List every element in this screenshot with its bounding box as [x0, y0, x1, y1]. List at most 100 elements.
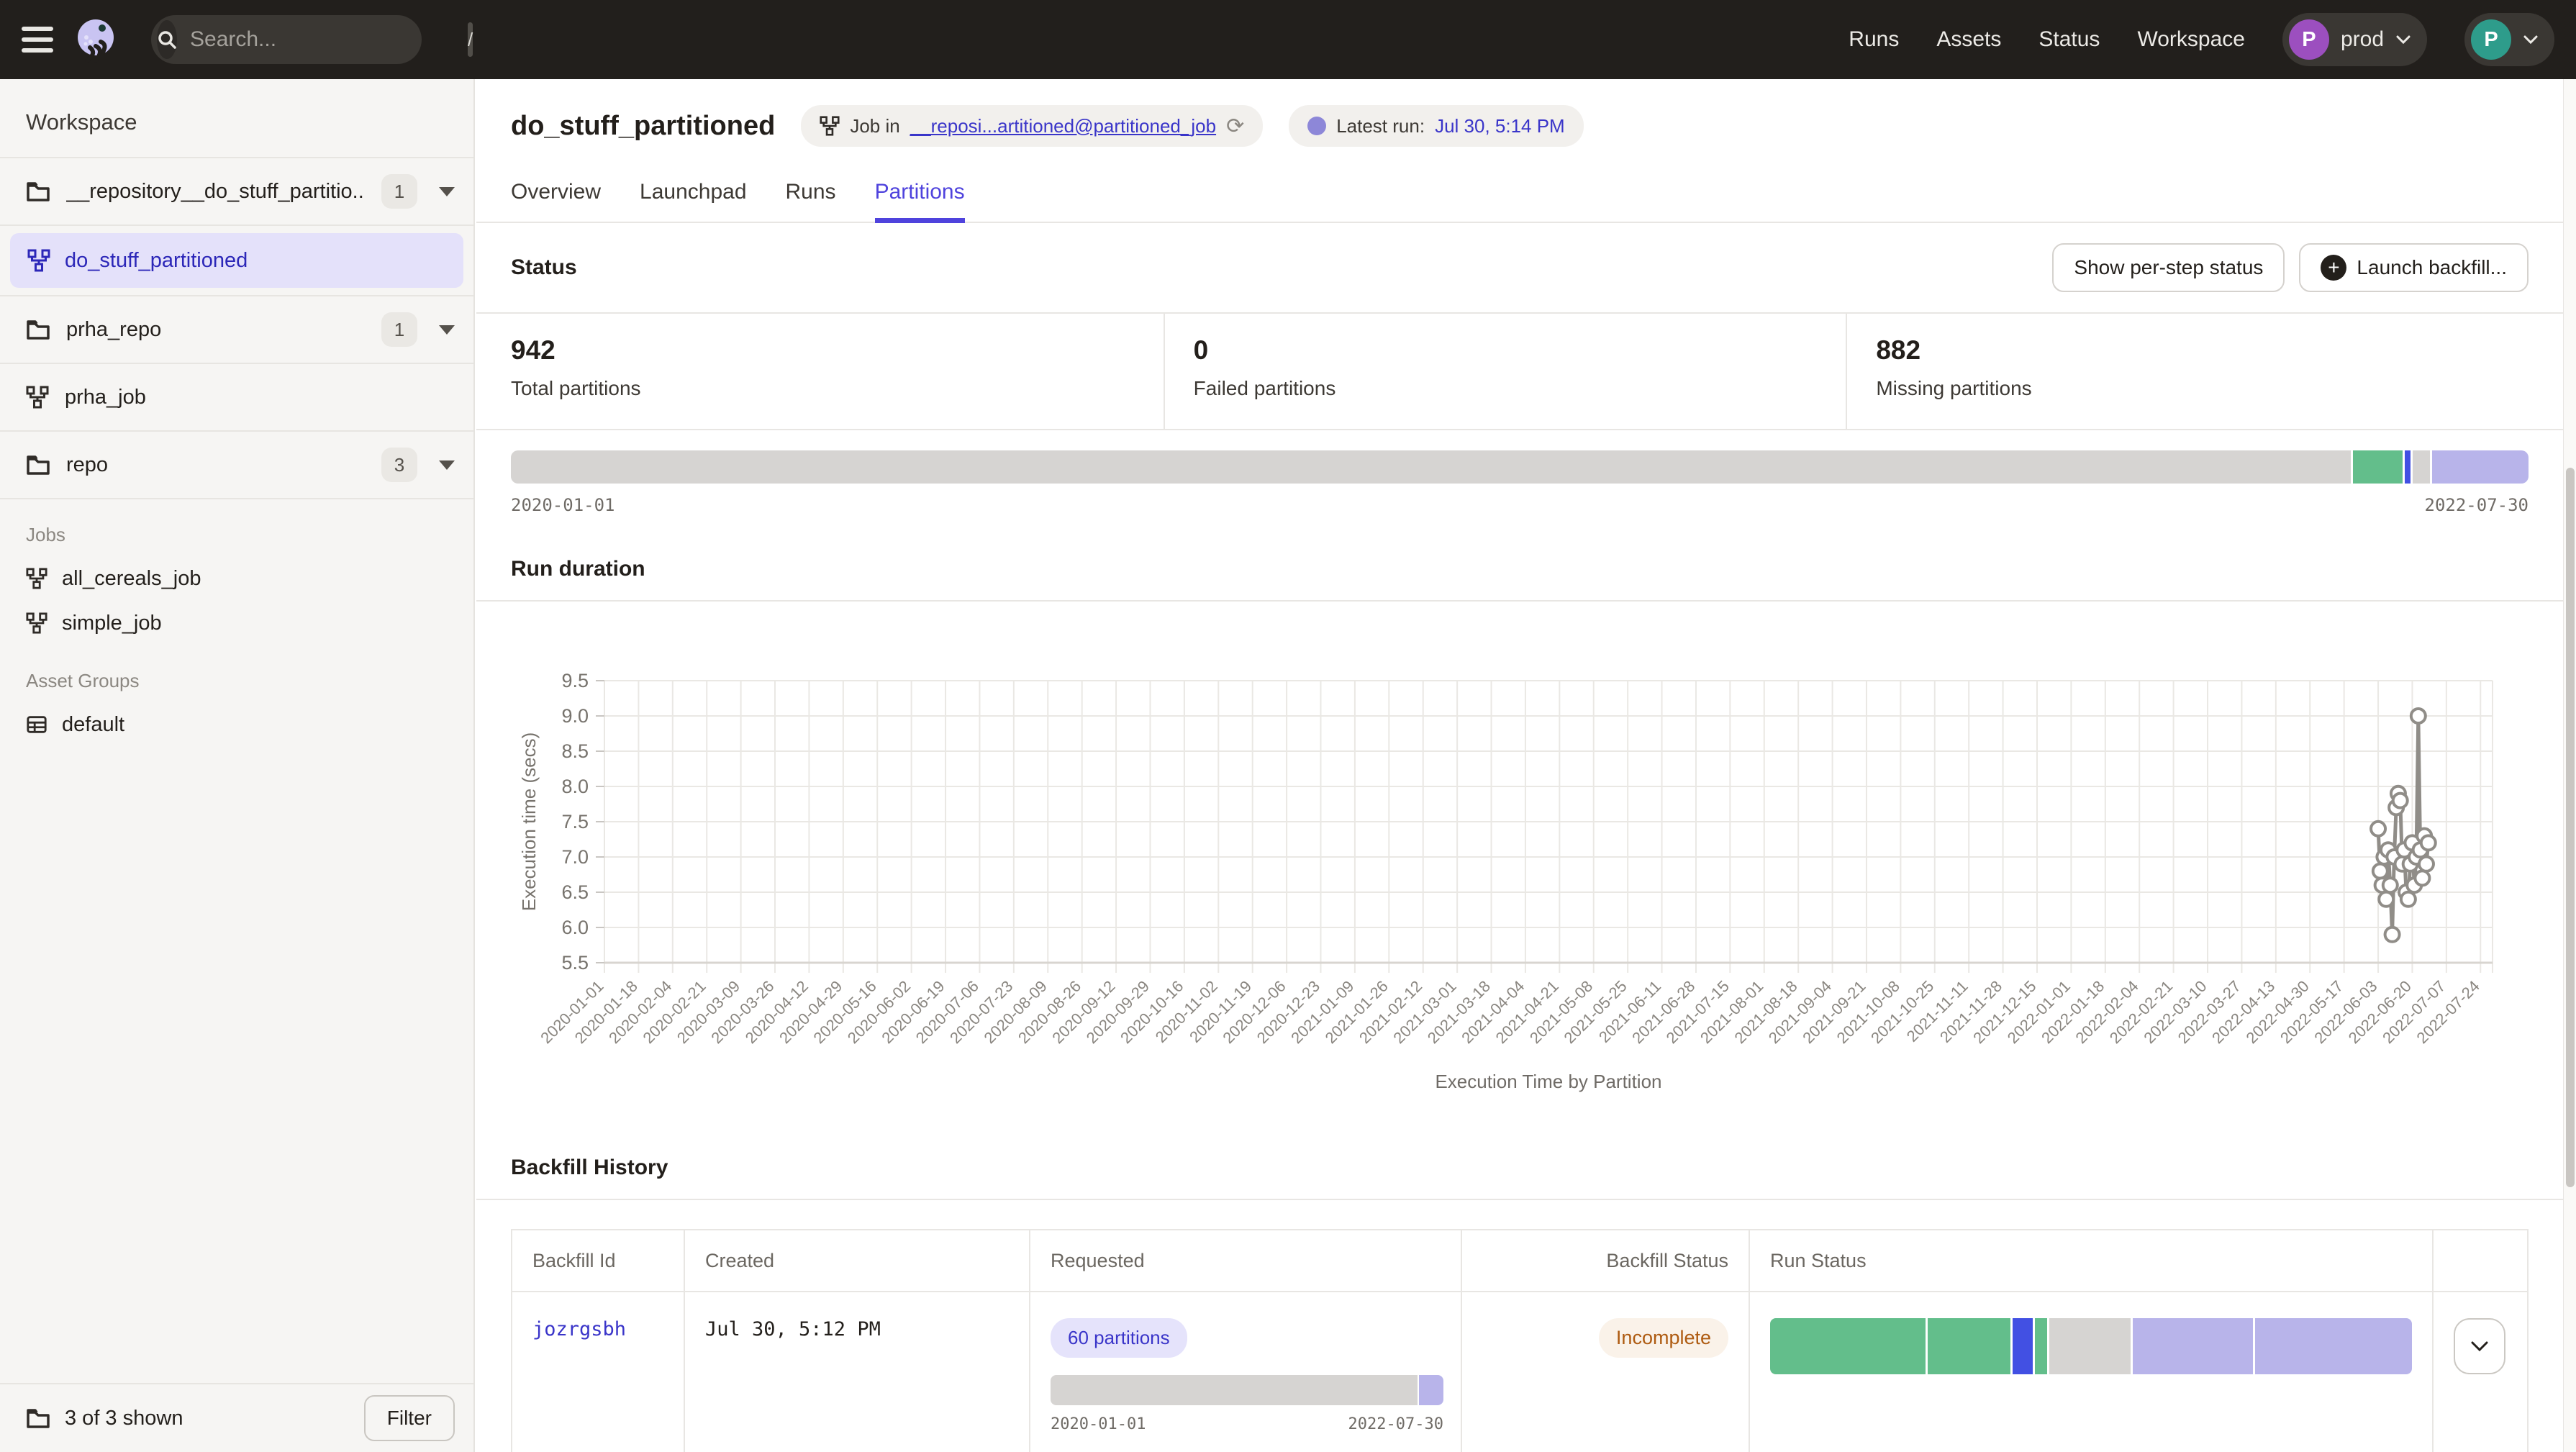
backfill-id-link[interactable]: jozrgsbh — [532, 1318, 626, 1340]
expand-row-button[interactable] — [2454, 1318, 2505, 1374]
caret-down-icon[interactable] — [439, 187, 455, 196]
sidebar-item-prha-job[interactable]: prha_job — [0, 364, 473, 432]
search-icon — [157, 20, 177, 59]
folder-icon — [26, 454, 50, 476]
job-icon — [27, 249, 50, 272]
launch-backfill-button[interactable]: + Launch backfill... — [2299, 243, 2529, 292]
repos-shown-count: 3 of 3 shown — [65, 1407, 183, 1430]
latest-run-label: Latest run: — [1336, 115, 1425, 137]
search-shortcut-key: / — [468, 22, 473, 57]
partition-status-bar — [511, 450, 2529, 484]
repo-name: prha_repo — [66, 318, 366, 342]
partition-stats: 942 Total partitions 0 Failed partitions… — [476, 314, 2576, 430]
tab-partitions[interactable]: Partitions — [875, 180, 965, 222]
repo-count-badge: 1 — [381, 312, 417, 347]
nav-link-workspace[interactable]: Workspace — [2137, 27, 2245, 52]
col-backfill-status: Backfill Status — [1462, 1230, 1750, 1292]
tab-runs[interactable]: Runs — [786, 180, 836, 222]
dagster-logo-icon[interactable] — [72, 16, 119, 63]
svg-text:6.0: 6.0 — [561, 917, 589, 938]
hamburger-menu-icon[interactable] — [22, 27, 53, 53]
filter-button[interactable]: Filter — [364, 1395, 455, 1441]
chevron-down-icon — [2523, 35, 2539, 45]
job-origin-link[interactable]: __reposi...artitioned@partitioned_job — [910, 115, 1216, 137]
job-origin-prefix: Job in — [850, 115, 899, 137]
nav-link-runs[interactable]: Runs — [1849, 27, 1899, 52]
requested-partitions-pill[interactable]: 60 partitions — [1051, 1318, 1187, 1358]
svg-text:Execution time (secs): Execution time (secs) — [518, 732, 540, 912]
stat-total-partitions: 942 Total partitions — [511, 314, 1164, 429]
backfill-status-badge: Incomplete — [1599, 1318, 1728, 1358]
caret-down-icon[interactable] — [439, 460, 455, 470]
run-status-dot-icon — [1307, 117, 1326, 135]
reload-icon[interactable]: ⟳ — [1226, 114, 1244, 139]
backfill-row-run-status — [1750, 1292, 2434, 1452]
job-name: simple_job — [62, 612, 162, 635]
tab-launchpad[interactable]: Launchpad — [640, 180, 746, 222]
page-title: do_stuff_partitioned — [511, 111, 775, 142]
asset-group-icon — [26, 714, 47, 735]
run-duration-chart: 2020-01-012020-01-182020-02-042020-02-21… — [511, 602, 2543, 1105]
stat-missing-partitions: 882 Missing partitions — [1846, 314, 2529, 429]
status-section-title: Status — [511, 255, 577, 280]
backfill-row-requested: 60 partitions 2020-01-01 2022-07-30 — [1030, 1292, 1462, 1452]
chevron-down-icon — [2470, 1340, 2489, 1352]
partition-range-end: 2022-07-30 — [2425, 495, 2529, 515]
sidebar-repo-repository-do-stuff[interactable]: __repository__do_stuff_partitio... 1 — [0, 158, 473, 226]
col-backfill-id: Backfill Id — [512, 1230, 685, 1292]
job-name: all_cereals_job — [62, 567, 201, 591]
user-menu[interactable]: P — [2464, 13, 2554, 66]
requested-range-end: 2022-07-30 — [1348, 1415, 1443, 1433]
top-nav: / Runs Assets Status Workspace P prod P — [0, 0, 2576, 79]
asset-groups-section-label: Asset Groups — [0, 645, 473, 702]
backfill-history-title: Backfill History — [511, 1156, 2541, 1180]
sidebar-item-default-asset-group[interactable]: default — [0, 702, 473, 747]
plus-circle-icon: + — [2321, 255, 2346, 281]
show-per-step-status-button[interactable]: Show per-step status — [2052, 243, 2285, 292]
sidebar-repo-prha-repo[interactable]: prha_repo 1 — [0, 296, 473, 364]
requested-range-start: 2020-01-01 — [1051, 1415, 1146, 1433]
job-origin-tag: Job in __reposi...artitioned@partitioned… — [801, 105, 1263, 147]
workspace-sidebar: Workspace __repository__do_stuff_partiti… — [0, 79, 475, 1452]
job-icon — [26, 386, 49, 409]
col-requested: Requested — [1030, 1230, 1462, 1292]
deployment-switcher[interactable]: P prod — [2282, 13, 2427, 66]
global-search[interactable]: / — [151, 15, 422, 64]
sidebar-item-do-stuff-partitioned-selected[interactable]: do_stuff_partitioned — [10, 233, 463, 288]
backfill-row-status: Incomplete — [1462, 1292, 1750, 1452]
repo-name: __repository__do_stuff_partitio... — [66, 180, 366, 204]
job-name: do_stuff_partitioned — [65, 249, 248, 273]
nav-link-status[interactable]: Status — [2038, 27, 2100, 52]
scrollbar-thumb[interactable] — [2566, 468, 2575, 1187]
svg-text:5.5: 5.5 — [561, 952, 589, 974]
repo-count-badge: 1 — [381, 174, 417, 209]
col-expand — [2434, 1230, 2527, 1292]
svg-text:7.0: 7.0 — [561, 846, 589, 868]
run-duration-title: Run duration — [511, 557, 2541, 581]
backfill-row-created: Jul 30, 5:12 PM — [685, 1292, 1030, 1452]
caret-down-icon[interactable] — [439, 325, 455, 335]
latest-run-link[interactable]: Jul 30, 5:14 PM — [1435, 115, 1565, 137]
deployment-avatar: P — [2289, 19, 2329, 60]
svg-text:8.0: 8.0 — [561, 776, 589, 797]
folder-icon — [26, 1407, 50, 1429]
partition-range-start: 2020-01-01 — [511, 495, 615, 515]
backfill-row-expand — [2434, 1292, 2527, 1452]
requested-range-bar — [1051, 1375, 1443, 1405]
vertical-scrollbar[interactable] — [2563, 79, 2576, 1452]
deployment-name: prod — [2341, 27, 2384, 52]
user-avatar: P — [2471, 19, 2511, 60]
sidebar-item-all-cereals-job[interactable]: all_cereals_job — [0, 556, 473, 601]
repo-name: repo — [66, 453, 366, 477]
nav-link-assets[interactable]: Assets — [1936, 27, 2001, 52]
tab-overview[interactable]: Overview — [511, 180, 601, 222]
backfill-row-id: jozrgsbh — [512, 1292, 685, 1452]
sidebar-item-simple-job[interactable]: simple_job — [0, 601, 473, 645]
job-icon — [26, 612, 47, 634]
chevron-down-icon — [2395, 35, 2411, 45]
sidebar-repo-repo[interactable]: repo 3 — [0, 432, 473, 499]
col-run-status: Run Status — [1750, 1230, 2434, 1292]
search-input[interactable] — [177, 27, 468, 52]
job-icon — [26, 568, 47, 589]
sidebar-footer: 3 of 3 shown Filter — [0, 1383, 473, 1452]
